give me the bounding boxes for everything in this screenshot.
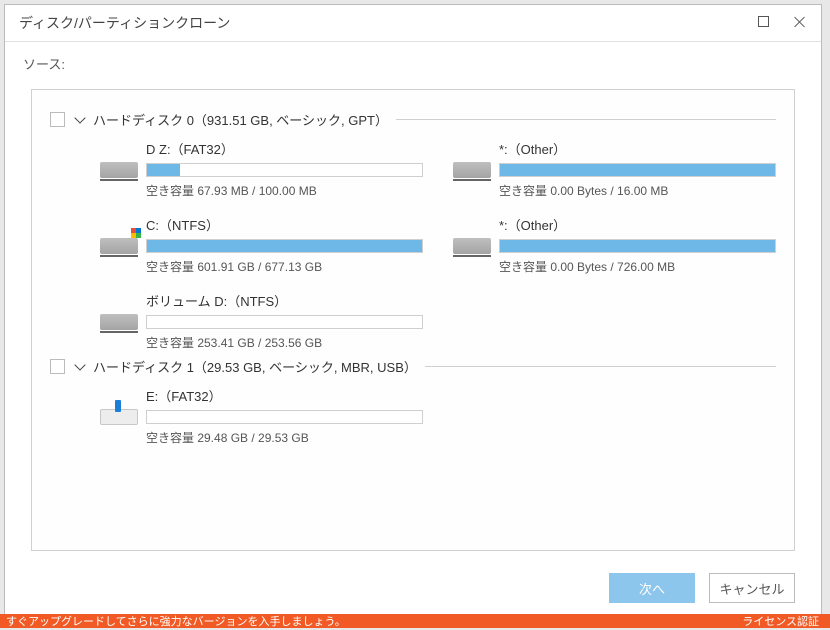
divider [396, 119, 776, 120]
disk-header: ハードディスク 1（29.53 GB, ベーシック, MBR, USB） [50, 357, 776, 376]
dialog-footer: 次へ キャンセル [5, 563, 821, 617]
upgrade-text: すぐアップグレードしてさらに強力なバージョンを入手しましょう。 [6, 614, 346, 628]
partition-grid: D Z:（FAT32） 空き容量 67.93 MB / 100.00 MB *:（O… [100, 129, 776, 357]
drive-icon [453, 162, 491, 178]
usage-fill [147, 240, 422, 252]
disk-header: ハードディスク 0（931.51 GB, ベーシック, GPT） [50, 110, 776, 129]
drive-icon [100, 314, 138, 330]
free-space-text: 空き容量 29.48 GB / 29.53 GB [146, 429, 423, 446]
usage-bar [146, 410, 423, 424]
usage-fill [500, 164, 775, 176]
partition-name: E:（FAT32） [146, 386, 423, 405]
partition-item[interactable]: C:（NTFS） 空き容量 601.91 GB / 677.13 GB [100, 215, 423, 275]
chevron-down-icon[interactable] [73, 360, 87, 374]
usage-bar [499, 163, 776, 177]
disk-checkbox[interactable] [50, 359, 65, 374]
window-controls [758, 16, 807, 30]
cancel-button[interactable]: キャンセル [709, 573, 795, 603]
usage-bar [146, 163, 423, 177]
source-panel: ハードディスク 0（931.51 GB, ベーシック, GPT）D Z:（FAT… [31, 89, 795, 551]
partition-name: *:（Other） [499, 215, 776, 234]
partition-item[interactable]: *:（Other） 空き容量 0.00 Bytes / 726.00 MB [453, 215, 776, 275]
disk-title: ハードディスク 1（29.53 GB, ベーシック, MBR, USB） [93, 357, 417, 376]
drive-icon [100, 162, 138, 178]
free-space-text: 空き容量 601.91 GB / 677.13 GB [146, 258, 423, 275]
free-space-text: 空き容量 253.41 GB / 253.56 GB [146, 334, 423, 351]
partition-grid: E:（FAT32） 空き容量 29.48 GB / 29.53 GB [100, 376, 776, 452]
dialog-window: ディスク/パーティションクローン ソース: ハードディスク 0（931.51 G… [4, 4, 822, 618]
partition-item[interactable]: ボリューム D:（NTFS） 空き容量 253.41 GB / 253.56 GB [100, 291, 423, 351]
drive-icon [100, 238, 138, 254]
partition-name: ボリューム D:（NTFS） [146, 291, 423, 310]
divider [425, 366, 776, 367]
partition-item[interactable]: E:（FAT32） 空き容量 29.48 GB / 29.53 GB [100, 386, 423, 446]
free-space-text: 空き容量 0.00 Bytes / 726.00 MB [499, 258, 776, 275]
disk-checkbox[interactable] [50, 112, 65, 127]
next-button[interactable]: 次へ [609, 573, 695, 603]
drive-icon [100, 409, 138, 425]
usage-bar [146, 239, 423, 253]
free-space-text: 空き容量 0.00 Bytes / 16.00 MB [499, 182, 776, 199]
close-icon[interactable] [793, 16, 807, 30]
window-title: ディスク/パーティションクローン [19, 13, 230, 33]
free-space-text: 空き容量 67.93 MB / 100.00 MB [146, 182, 423, 199]
partition-item[interactable]: D Z:（FAT32） 空き容量 67.93 MB / 100.00 MB [100, 139, 423, 199]
partition-name: C:（NTFS） [146, 215, 423, 234]
drive-icon [453, 238, 491, 254]
source-label: ソース: [5, 42, 821, 79]
license-tag[interactable]: ライセンス認証 [737, 614, 824, 628]
disk-title: ハードディスク 0（931.51 GB, ベーシック, GPT） [93, 110, 388, 129]
title-bar: ディスク/パーティションクローン [5, 5, 821, 42]
partition-name: D Z:（FAT32） [146, 139, 423, 158]
usage-bar [146, 315, 423, 329]
usage-fill [147, 164, 180, 176]
partition-item[interactable]: *:（Other） 空き容量 0.00 Bytes / 16.00 MB [453, 139, 776, 199]
chevron-down-icon[interactable] [73, 113, 87, 127]
upgrade-strip: すぐアップグレードしてさらに強力なバージョンを入手しましょう。 ライセンス認証 [0, 614, 830, 628]
maximize-icon[interactable] [758, 16, 769, 27]
usage-fill [500, 240, 775, 252]
partition-name: *:（Other） [499, 139, 776, 158]
usage-bar [499, 239, 776, 253]
